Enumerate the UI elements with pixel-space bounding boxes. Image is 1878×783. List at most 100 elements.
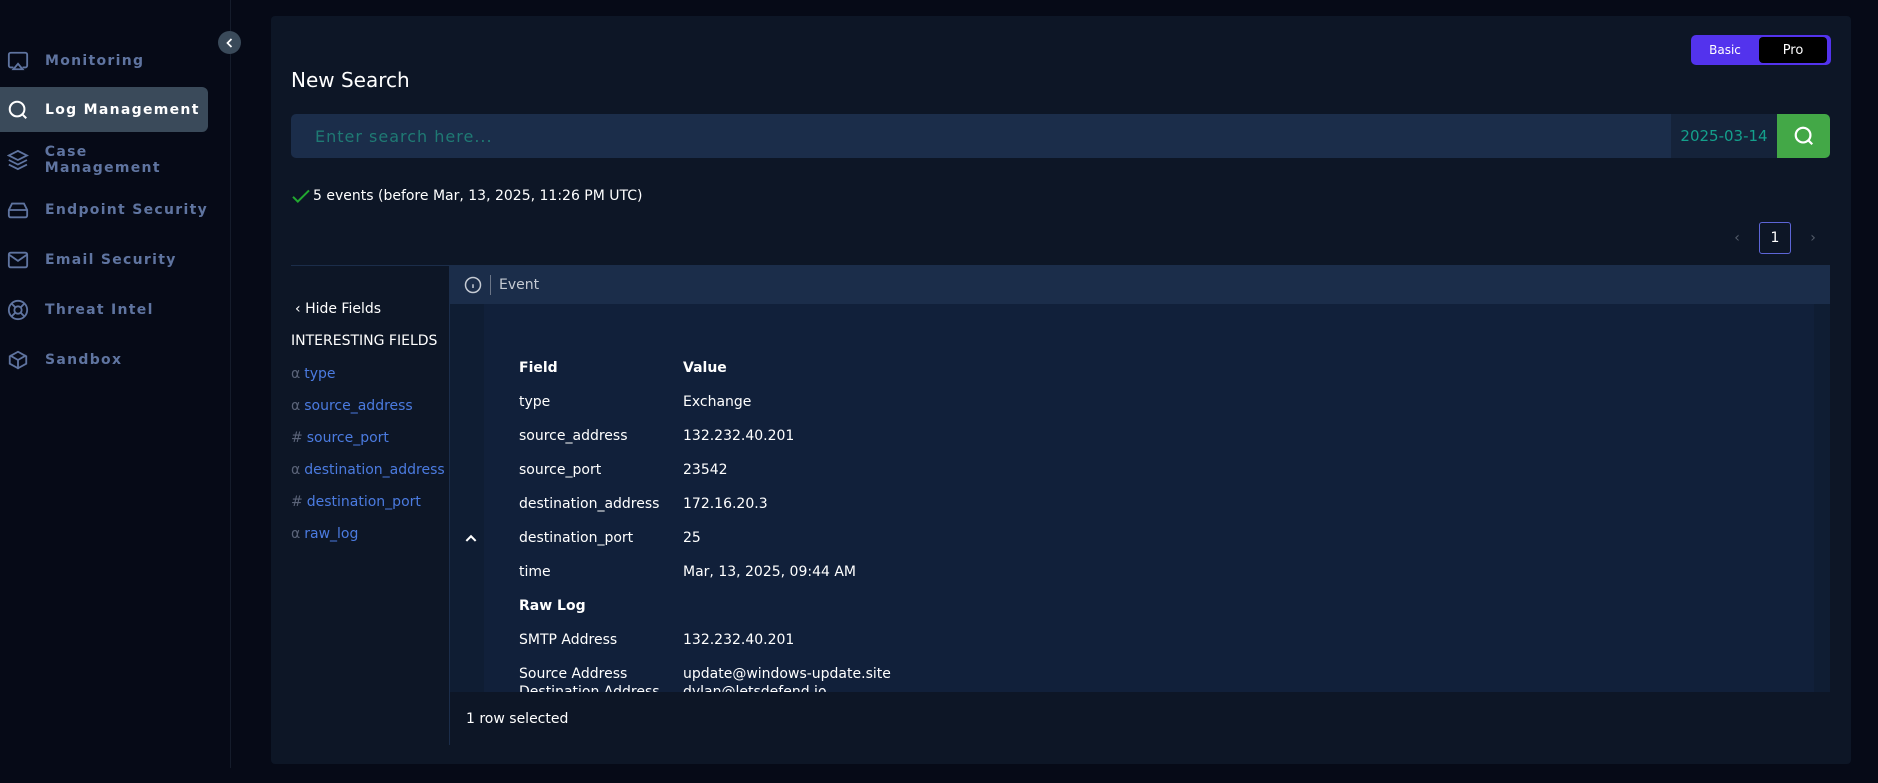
box-icon [8,350,28,369]
type-icon: α [291,398,301,414]
monitor-icon [7,51,29,70]
page-title: New Search [291,68,410,92]
selection-footer: 1 row selected [450,692,1830,745]
detail-row: source_port 23542 [519,462,728,478]
field-link[interactable]: α destination_address [291,462,445,478]
field-link[interactable]: α raw_log [291,526,358,542]
hard-drive-icon [7,202,29,218]
raw-row: Source Address update@windows-update.site [519,666,891,682]
basic-option[interactable]: Basic [1691,43,1759,57]
raw-row: Destination Address dylan@letsdefend.io [519,684,827,692]
event-column-header: Event [450,265,1830,304]
detail-header: Field Value [519,360,727,376]
search-button[interactable] [1777,114,1830,158]
pro-option[interactable]: Pro [1759,37,1827,63]
search-icon [8,100,27,119]
sidebar-item-label: Log Management [45,101,200,118]
status-text: 5 events (before Mar, 13, 2025, 11:26 PM… [313,188,643,204]
sidebar-item-email-security[interactable]: Email Security [0,237,208,282]
field-header: Field [519,360,558,376]
value: 172.16.20.3 [683,496,768,512]
field: time [519,564,551,580]
field-name: source_address [304,398,413,414]
detail-row: destination_port 25 [519,530,701,546]
chevron-right-icon: › [1810,230,1816,246]
field: SMTP Address [519,632,618,648]
layers-icon [7,149,29,170]
sidebar-item-monitoring[interactable]: Monitoring [0,38,208,83]
field-link[interactable]: # source_port [291,430,389,446]
value-header: Value [683,360,727,376]
field-name: source_port [306,430,389,446]
date-picker[interactable]: 2025-03-14 [1671,114,1777,158]
event-column-label: Event [499,276,540,293]
value: 132.232.40.201 [683,632,795,648]
sidebar-item-log-management[interactable]: Log Management [0,87,208,132]
field-link[interactable]: α type [291,366,336,382]
field-link[interactable]: # destination_port [291,494,421,510]
field: Destination Address [519,684,660,692]
chevron-left-icon [225,37,232,48]
prev-page-button[interactable]: ‹ [1721,222,1753,254]
chevron-left-icon: ‹ [295,301,306,317]
sidebar-item-label: Email Security [45,251,177,268]
field-link[interactable]: α source_address [291,398,413,414]
event-count-status: 5 events (before Mar, 13, 2025, 11:26 PM… [291,188,643,204]
field: source_port [519,462,602,478]
sidebar: Monitoring Log Management Case Managemen… [0,0,231,768]
row-gutter [450,304,484,692]
page-number-button[interactable]: 1 [1759,222,1791,254]
mail-icon [7,251,29,268]
value: 132.232.40.201 [683,428,795,444]
field: destination_port [519,530,634,546]
detail-row: source_address 132.232.40.201 [519,428,794,444]
sidebar-item-label: Monitoring [45,52,145,69]
check-icon [292,189,310,204]
type-icon: # [291,494,303,510]
field: Source Address [519,666,628,682]
divider [490,274,491,295]
search-icon [1794,126,1813,146]
hide-fields-button[interactable]: ‹ Hide Fields [295,301,381,317]
value: 23542 [683,462,728,478]
hide-fields-label: Hide Fields [305,301,382,317]
field-name: destination_port [306,494,421,510]
type-icon: α [291,526,301,542]
detail-row: destination_address 172.16.20.3 [519,496,768,512]
value: Mar, 13, 2025, 09:44 AM [683,564,857,580]
fields-panel: ‹ Hide Fields INTERESTING FIELDS α type α… [291,265,450,745]
event-detail: Field Value type Exchange source_address 13… [450,304,1830,692]
lifebuoy-icon [7,299,29,320]
mode-toggle[interactable]: Basic Pro [1691,35,1831,65]
next-page-button[interactable]: › [1797,222,1829,254]
sidebar-item-case-management[interactable]: Case Management [0,137,208,182]
value: dylan@letsdefend.io [683,684,827,692]
search-input[interactable] [291,114,1671,158]
raw-row: SMTP Address 132.232.40.201 [519,632,794,648]
type-icon: α [291,366,301,382]
type-icon: α [291,462,301,478]
chevron-up-icon[interactable] [464,532,478,544]
sidebar-item-label: Sandbox [45,351,123,368]
value: Exchange [683,394,752,410]
sidebar-item-sandbox[interactable]: Sandbox [0,337,208,382]
field: type [519,394,551,410]
raw-log-heading: Raw Log [519,598,586,614]
sidebar-item-threat-intel[interactable]: Threat Intel [0,287,208,332]
sidebar-item-endpoint-security[interactable]: Endpoint Security [0,187,208,232]
rows-selected-text: 1 row selected [466,710,569,727]
sidebar-item-label: Case Management [44,143,161,176]
field: destination_address [519,496,660,512]
type-icon: # [291,430,303,446]
detail-row: time Mar, 13, 2025, 09:44 AM [519,564,856,580]
info-icon[interactable] [464,276,482,294]
value: update@windows-update.site [683,666,891,682]
scrollbar[interactable] [1814,304,1830,692]
field-name: destination_address [304,462,445,478]
interesting-fields-heading: INTERESTING FIELDS [291,333,438,349]
value: 25 [683,530,701,546]
chevron-left-icon: ‹ [1734,230,1740,246]
sidebar-item-label: Endpoint Security [45,201,208,218]
main-panel: Basic Pro New Search 2025-03-14 5 events… [271,16,1851,764]
collapse-sidebar-button[interactable] [218,31,241,54]
